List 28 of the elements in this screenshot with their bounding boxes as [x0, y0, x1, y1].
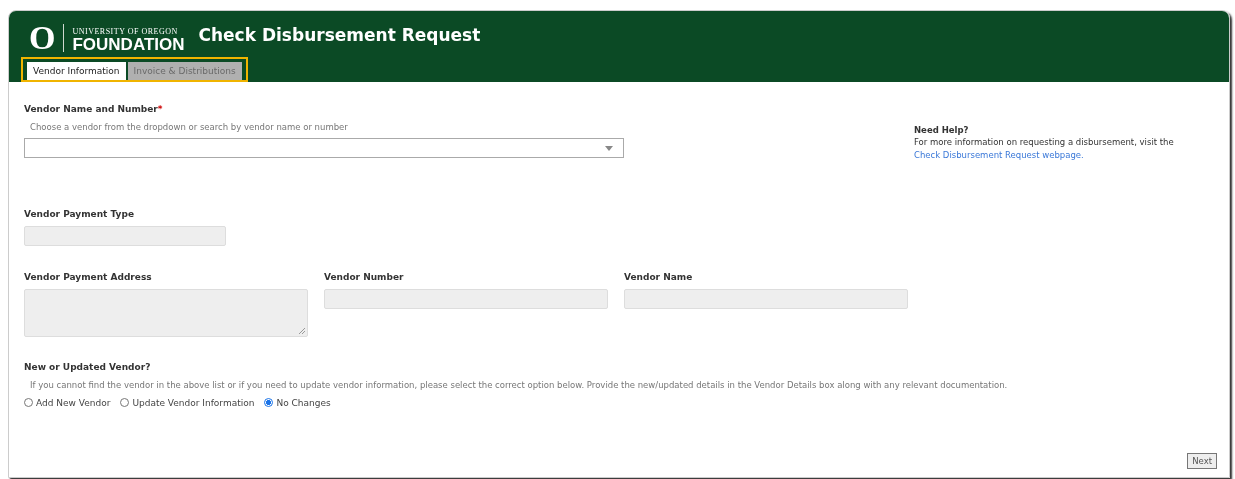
required-mark: * [157, 104, 163, 114]
logo-mark: O [28, 21, 56, 54]
field-label: Vendor Payment Type [24, 208, 135, 219]
page-title: Check Disbursement Request [198, 24, 481, 45]
radio-option[interactable]: Update Vendor Information [120, 397, 255, 408]
help-text: For more information on requesting a disbursement, visit the [914, 136, 1175, 149]
logo-text: FOUNDATION [72, 36, 185, 53]
payment-type-field[interactable] [24, 225, 226, 246]
radio-option[interactable]: No Changes [264, 397, 331, 408]
field-hint: If you cannot find the vendor in the above list or if you need to update vendor information, please select the correct option below. Provide the new/updated details in the Vendor Details box along with any relevant documentation. [30, 379, 1009, 390]
field-label: Vendor Number [324, 271, 405, 282]
resize-grip-icon [299, 327, 305, 334]
field-label: New or Updated Vendor? [24, 361, 152, 372]
address-textarea[interactable] [24, 288, 308, 337]
field-label: Vendor Name and Number [24, 104, 158, 114]
vendor-dropdown[interactable] [24, 138, 624, 158]
tab[interactable]: Vendor Information [27, 62, 126, 80]
caret-icon [605, 146, 613, 151]
next-button[interactable]: Next [1187, 453, 1217, 469]
readonly-field[interactable] [624, 288, 908, 309]
radio-option[interactable]: Add New Vendor [24, 397, 111, 408]
help-title: Need Help? [914, 124, 970, 137]
help-link[interactable]: Check Disbursement Request webpage. [914, 149, 1084, 160]
logo-text: UNIVERSITY OF OREGON [72, 28, 179, 36]
field-label: Vendor Payment Address [24, 271, 153, 282]
field-hint: Choose a vendor from the dropdown or search by vendor name or number [30, 122, 349, 132]
readonly-field[interactable] [324, 288, 608, 309]
field-label: Vendor Name [624, 271, 694, 282]
